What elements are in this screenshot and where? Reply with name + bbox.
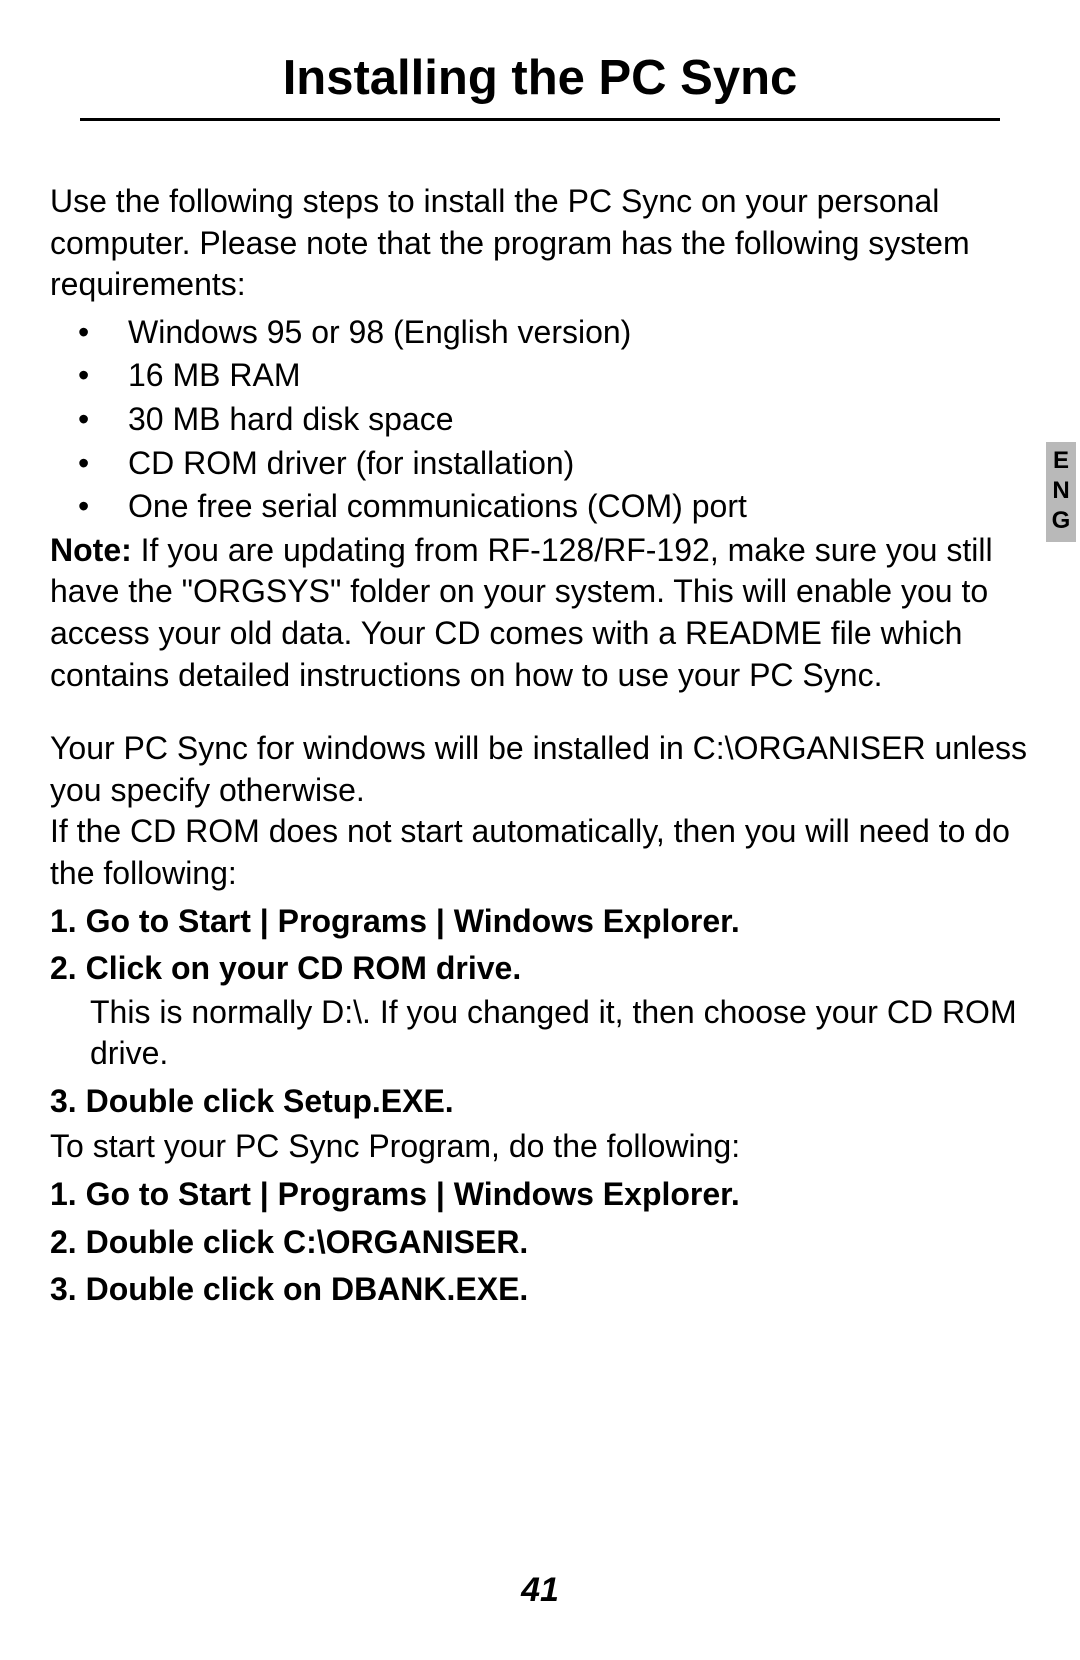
lang-letter: N [1046, 476, 1076, 506]
start-instruction-paragraph: To start your PC Sync Program, do the fo… [50, 1126, 1030, 1168]
language-tab: E N G [1046, 442, 1076, 542]
step-a1: 1. Go to Start | Programs | Windows Expl… [50, 901, 1030, 943]
note-body: If you are updating from RF-128/RF-192, … [50, 532, 993, 693]
step-a2-sub: This is normally D:\. If you changed it,… [90, 992, 1030, 1075]
install-location-paragraph: Your PC Sync for windows will be install… [50, 728, 1030, 811]
cd-instruction-paragraph: If the CD ROM does not start automatical… [50, 811, 1030, 894]
lang-letter: G [1046, 506, 1076, 536]
step-b1: 1. Go to Start | Programs | Windows Expl… [50, 1174, 1030, 1216]
requirements-list: Windows 95 or 98 (English version) 16 MB… [58, 312, 1030, 528]
list-item: One free serial communications (COM) por… [58, 486, 1030, 528]
page-number: 41 [0, 1571, 1080, 1610]
list-item: Windows 95 or 98 (English version) [58, 312, 1030, 354]
list-item: 30 MB hard disk space [58, 399, 1030, 441]
step-a2: 2. Click on your CD ROM drive. [50, 948, 1030, 990]
page-title: Installing the PC Sync [80, 50, 1000, 121]
note-label: Note: [50, 532, 132, 568]
lang-letter: E [1046, 446, 1076, 476]
intro-paragraph: Use the following steps to install the P… [50, 181, 1030, 306]
note-paragraph: Note: If you are updating from RF-128/RF… [50, 530, 1030, 696]
list-item: 16 MB RAM [58, 355, 1030, 397]
step-b3: 3. Double click on DBANK.EXE. [50, 1269, 1030, 1311]
step-b2: 2. Double click C:\ORGANISER. [50, 1222, 1030, 1264]
step-a3: 3. Double click Setup.EXE. [50, 1081, 1030, 1123]
list-item: CD ROM driver (for installation) [58, 443, 1030, 485]
